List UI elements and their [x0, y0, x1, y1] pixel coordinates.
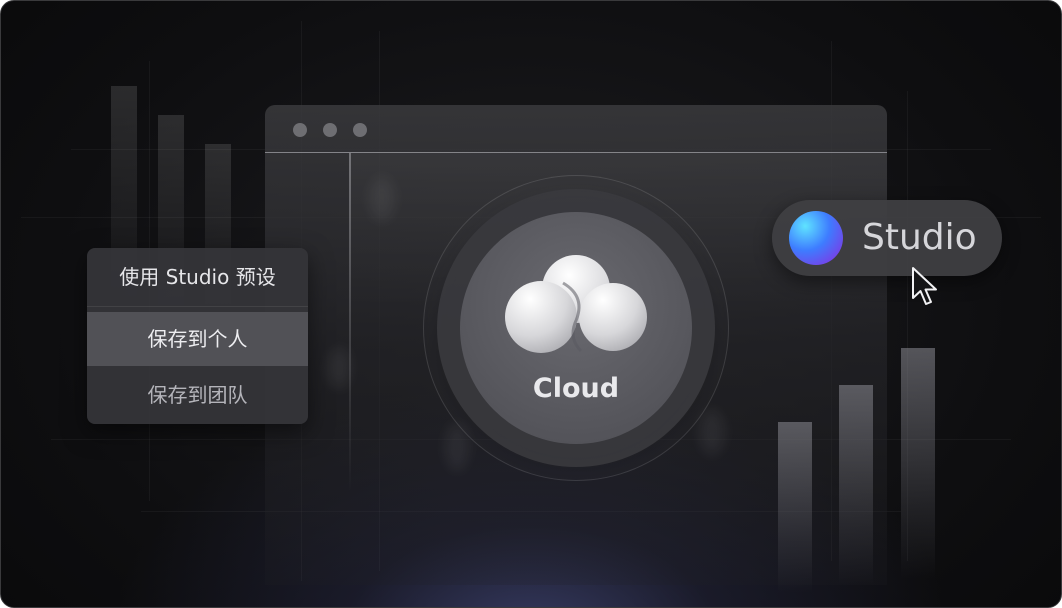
save-preset-menu: 使用 Studio 预设 保存到个人 保存到团队 [87, 248, 308, 424]
menu-item-save-team[interactable]: 保存到团队 [87, 368, 308, 422]
window-titlebar [265, 105, 887, 153]
background-bar [901, 348, 935, 578]
background-bar [839, 385, 873, 585]
studio-orb-icon [789, 211, 843, 265]
window-control-dot[interactable] [353, 123, 367, 137]
background-bar [778, 422, 812, 592]
decorative-glow [327, 347, 351, 389]
window-control-dot[interactable] [293, 123, 307, 137]
studio-button[interactable]: Studio [772, 200, 1002, 276]
illustration-canvas: Cloud 使用 Studio 预设 保存到个人 保存到团队 Studio [0, 0, 1062, 608]
cloud-icon [505, 255, 647, 353]
cloud-label: Cloud [532, 373, 620, 404]
sidebar-divider [349, 153, 351, 493]
window-control-dot[interactable] [323, 123, 337, 137]
decorative-glow [369, 177, 395, 221]
menu-item-use-studio-preset[interactable]: 使用 Studio 预设 [87, 248, 308, 307]
menu-item-save-personal[interactable]: 保存到个人 [87, 312, 308, 366]
mouse-pointer-icon [912, 267, 937, 305]
decorative-glow [699, 409, 725, 455]
